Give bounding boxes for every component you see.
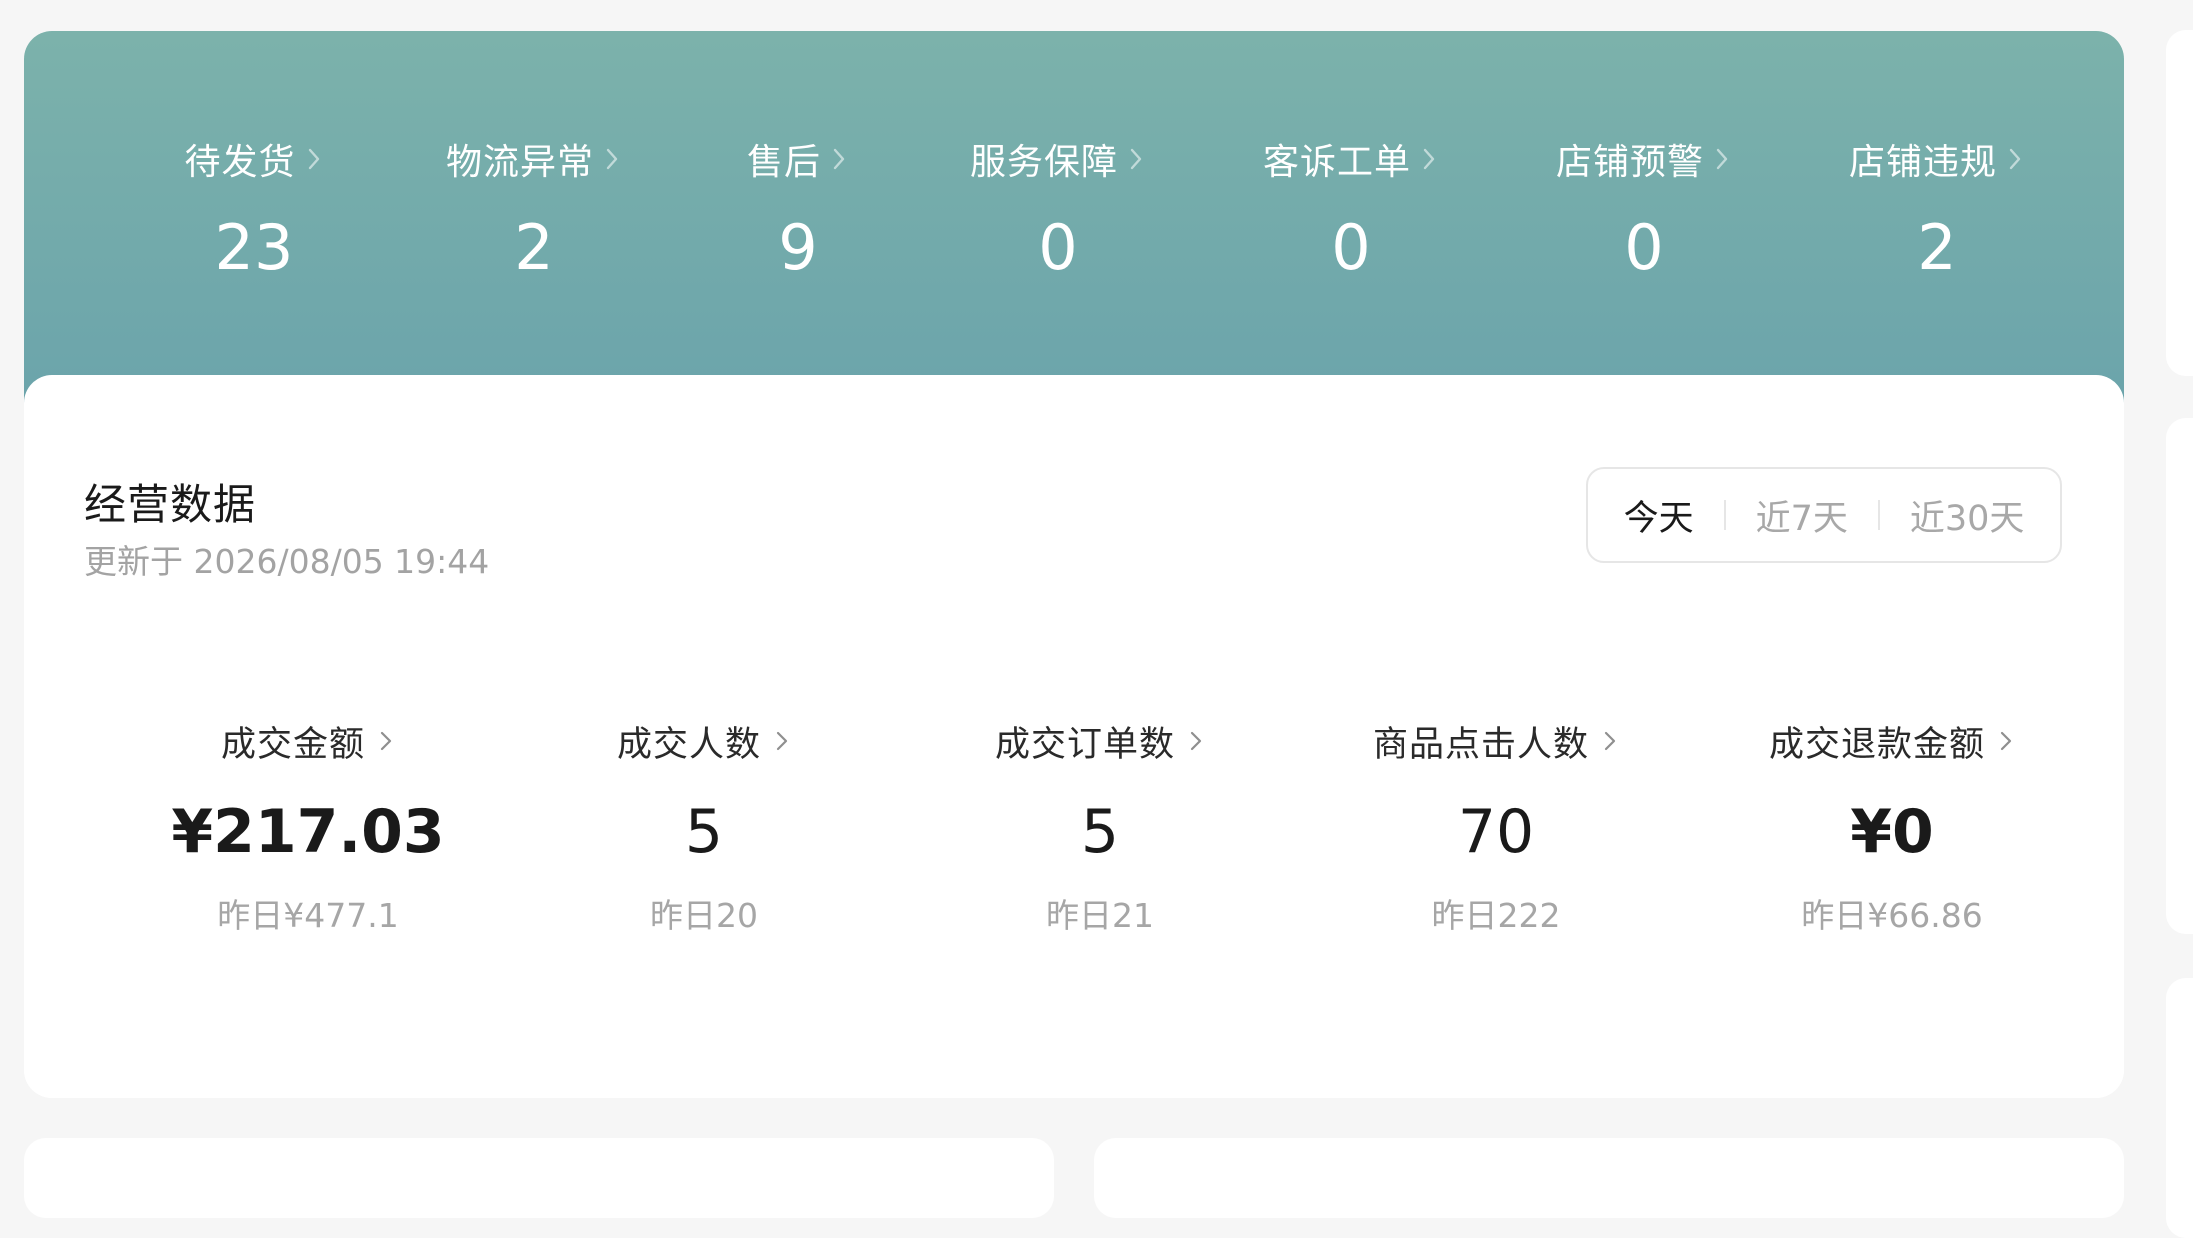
metric-refund-amount[interactable]: 成交退款金额 ¥0 昨日¥66.86 [1697,715,2087,937]
metric-label: 成交退款金额 [1768,724,1985,765]
stat-label: 店铺预警 [1555,142,1704,183]
metric-label: 商品点击人数 [1372,724,1589,765]
metric-buyers[interactable]: 成交人数 5 昨日20 [509,715,899,937]
metric-yesterday: 昨日¥477.1 [217,896,399,935]
stat-pending-shipment[interactable]: 待发货 23 [104,131,404,283]
chevron-right-icon [606,148,618,170]
stat-shop-violation[interactable]: 店铺违规 2 [1787,131,2087,283]
metric-label: 成交金额 [220,724,365,765]
metric-yesterday: 昨日20 [650,896,758,935]
stat-shop-warning[interactable]: 店铺预警 0 [1494,131,1794,283]
chevron-right-icon [1716,148,1728,170]
stat-service-guarantee[interactable]: 服务保障 0 [908,131,1208,283]
chevron-right-icon [1130,148,1142,170]
metric-value: 70 [1457,797,1535,867]
stat-label: 客诉工单 [1262,142,1411,183]
chevron-right-icon [776,731,788,751]
section-title: 经营数据 [84,480,257,529]
range-option-30-days[interactable]: 近30天 [1880,490,2055,541]
metric-label: 成交订单数 [994,724,1175,765]
shop-status-banner: 待发货 23 物流异常 2 售后 9 服务保障 0 客诉工单 0 店铺预警 0 … [24,31,2124,431]
stat-value: 2 [514,211,554,284]
chevron-right-icon [308,148,319,170]
time-range-selector: 今天 近7天 近30天 [1586,467,2062,563]
updated-timestamp: 更新于 2026/08/05 19:44 [84,542,490,581]
metric-gmv[interactable]: 成交金额 ¥217.03 昨日¥477.1 [113,715,503,937]
stat-label: 物流异常 [445,142,594,183]
stat-label: 待发货 [184,142,296,183]
chevron-right-icon [833,148,845,170]
chevron-right-icon [2009,148,2021,170]
chevron-right-icon [380,731,392,751]
metric-value: 5 [1080,797,1120,867]
side-card-top [2166,30,2193,376]
stat-value: 23 [214,211,294,284]
chevron-right-icon [1604,731,1616,751]
side-card-bottom [2166,978,2193,1238]
side-card-middle [2166,418,2193,934]
metric-value: ¥0 [1850,797,1934,867]
stat-after-sales[interactable]: 售后 9 [648,131,948,283]
metric-yesterday: 昨日222 [1431,896,1561,935]
stat-value: 0 [1038,211,1078,284]
stat-value: 0 [1331,211,1371,284]
metric-label: 成交人数 [616,724,761,765]
stat-label: 服务保障 [969,142,1118,183]
bottom-card-right [1094,1138,2124,1218]
stat-label: 售后 [746,142,821,183]
stat-label: 店铺违规 [1848,142,1997,183]
chevron-right-icon [1190,731,1202,751]
metric-yesterday: 昨日¥66.86 [1801,896,1983,935]
stat-complaint-tickets[interactable]: 客诉工单 0 [1201,131,1501,283]
bottom-card-left [24,1138,1054,1218]
metric-value: ¥217.03 [171,797,445,867]
metric-product-clicks[interactable]: 商品点击人数 70 昨日222 [1301,715,1691,937]
stat-value: 9 [778,211,818,284]
range-option-today[interactable]: 今天 [1594,490,1724,541]
business-data-panel: 经营数据 更新于 2026/08/05 19:44 今天 近7天 近30天 成交… [24,375,2124,1098]
stat-value: 0 [1624,211,1664,284]
chevron-right-icon [2000,731,2012,751]
dashboard-card: 待发货 23 物流异常 2 售后 9 服务保障 0 客诉工单 0 店铺预警 0 … [24,31,2124,1098]
chevron-right-icon [1423,148,1435,170]
range-option-7-days[interactable]: 近7天 [1726,490,1878,541]
metric-value: 5 [684,797,724,867]
metric-orders[interactable]: 成交订单数 5 昨日21 [905,715,1295,937]
stat-logistics-exception[interactable]: 物流异常 2 [384,131,684,283]
stat-value: 2 [1917,211,1957,284]
metric-yesterday: 昨日21 [1046,896,1154,935]
